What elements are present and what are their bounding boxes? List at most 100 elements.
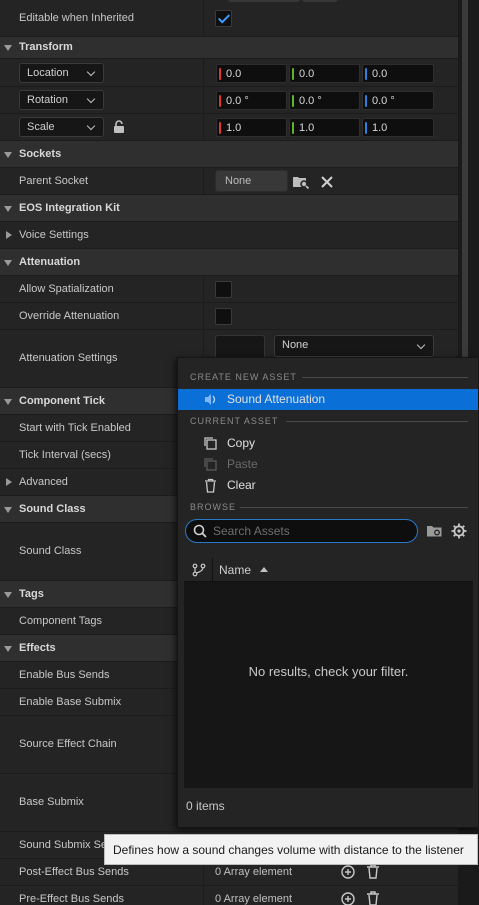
transform-header: Transform bbox=[19, 41, 73, 53]
scale-y-field[interactable]: 1.0 bbox=[289, 118, 360, 137]
row-editable-when-inherited: Editable when Inherited bbox=[0, 0, 458, 37]
location-label: Location bbox=[27, 67, 69, 79]
tooltip: Defines how a sound changes volume with … bbox=[104, 834, 478, 865]
rotation-mode-dropdown[interactable]: Rotation bbox=[19, 90, 104, 110]
asset-list-header: Name bbox=[184, 558, 473, 582]
rotation-y-field[interactable]: 0.0 ° bbox=[289, 91, 360, 110]
sound-attenuation-item[interactable]: Sound Attenuation bbox=[178, 389, 478, 410]
current-asset-heading: CURRENT ASSET bbox=[190, 416, 279, 426]
trash-icon[interactable] bbox=[366, 864, 380, 879]
expand-arrow-icon[interactable] bbox=[6, 478, 12, 486]
editable-when-inherited-checkbox[interactable] bbox=[215, 10, 232, 27]
divider bbox=[302, 377, 468, 378]
collapse-arrow-icon bbox=[4, 507, 12, 513]
location-z-field[interactable]: 0.0 bbox=[362, 64, 434, 83]
sound-attenuation-icon bbox=[205, 394, 216, 405]
row-rotation: Rotation 0.0 ° 0.0 ° 0.0 ° bbox=[0, 87, 458, 114]
copy-label: Copy bbox=[227, 436, 256, 450]
category-sockets[interactable]: Sockets bbox=[0, 141, 458, 168]
add-element-icon[interactable] bbox=[341, 865, 355, 879]
settings-gear-icon[interactable] bbox=[451, 523, 467, 539]
add-element-icon[interactable] bbox=[341, 892, 355, 905]
sound-class-header: Sound Class bbox=[19, 503, 86, 515]
location-y-field[interactable]: 0.0 bbox=[289, 64, 360, 83]
collapse-arrow-icon bbox=[4, 592, 12, 598]
eos-integration-kit-header: EOS Integration Kit bbox=[19, 202, 120, 214]
editable-when-inherited-label: Editable when Inherited bbox=[19, 12, 134, 24]
override-attenuation-label: Override Attenuation bbox=[19, 310, 120, 322]
collapse-arrow-icon bbox=[4, 152, 12, 158]
clear-socket-icon[interactable] bbox=[320, 175, 334, 189]
attenuation-settings-dropdown[interactable]: None bbox=[274, 335, 434, 357]
unlock-icon[interactable] bbox=[112, 120, 126, 134]
search-icon bbox=[193, 524, 207, 538]
scale-x-field[interactable]: 1.0 bbox=[216, 118, 287, 137]
sound-class-label: Sound Class bbox=[19, 545, 82, 557]
copy-item[interactable]: Copy bbox=[178, 433, 478, 454]
pre-effect-bus-sends-label: Pre-Effect Bus Sends bbox=[19, 893, 124, 905]
rotation-x-field[interactable]: 0.0 ° bbox=[216, 91, 287, 110]
trash-icon bbox=[205, 478, 216, 493]
row-scale: Scale 1.0 1.0 1.0 bbox=[0, 114, 458, 141]
category-attenuation[interactable]: Attenuation bbox=[0, 249, 458, 276]
expand-arrow-icon[interactable] bbox=[6, 231, 12, 239]
row-location: Location 0.0 0.0 0.0 bbox=[0, 59, 458, 87]
trash-icon[interactable] bbox=[366, 891, 380, 905]
scale-z-field[interactable]: 1.0 bbox=[362, 118, 434, 137]
clear-item[interactable]: Clear bbox=[178, 475, 478, 496]
rotation-z-field[interactable]: 0.0 ° bbox=[362, 91, 434, 110]
chevron-down-icon bbox=[416, 340, 426, 350]
post-effect-bus-sends-label: Post-Effect Bus Sends bbox=[19, 866, 129, 878]
sound-submix-sends-label: Sound Submix Se bbox=[19, 839, 108, 851]
attenuation-settings-value: None bbox=[282, 339, 309, 351]
override-attenuation-checkbox[interactable] bbox=[215, 308, 232, 325]
browse-socket-icon[interactable] bbox=[292, 174, 310, 190]
scale-label: Scale bbox=[27, 121, 55, 133]
location-mode-dropdown[interactable]: Location bbox=[19, 63, 104, 83]
attenuation-settings-label: Attenuation Settings bbox=[19, 352, 118, 364]
browse-folder-icon[interactable] bbox=[426, 524, 443, 538]
asset-list[interactable]: Name No results, check your filter. bbox=[184, 558, 473, 788]
item-count: 0 items bbox=[186, 799, 225, 813]
create-new-asset-heading: CREATE NEW ASSET bbox=[190, 372, 297, 382]
attenuation-header: Attenuation bbox=[19, 256, 81, 268]
paste-item[interactable]: Paste bbox=[178, 454, 478, 475]
enable-bus-sends-label: Enable Bus Sends bbox=[19, 669, 110, 681]
source-control-icon[interactable] bbox=[192, 563, 206, 577]
row-allow-spatialization: Allow Spatialization bbox=[0, 276, 458, 303]
start-with-tick-label: Start with Tick Enabled bbox=[19, 422, 131, 434]
rotation-label: Rotation bbox=[27, 94, 68, 106]
search-assets-input[interactable]: Search Assets bbox=[185, 519, 418, 543]
empty-results-message: No results, check your filter. bbox=[248, 664, 409, 679]
sound-attenuation-label: Sound Attenuation bbox=[227, 392, 326, 406]
chevron-down-icon bbox=[86, 121, 96, 131]
row-override-attenuation: Override Attenuation bbox=[0, 303, 458, 330]
scale-mode-dropdown[interactable]: Scale bbox=[19, 117, 104, 137]
category-eos-integration-kit[interactable]: EOS Integration Kit bbox=[0, 195, 458, 222]
row-pre-effect-bus-sends: Pre-Effect Bus Sends 0 Array element bbox=[0, 886, 458, 905]
paste-icon bbox=[204, 458, 217, 471]
copy-icon bbox=[204, 437, 217, 450]
name-column-header[interactable]: Name bbox=[219, 563, 251, 577]
collapse-arrow-icon bbox=[4, 260, 12, 266]
parent-socket-label: Parent Socket bbox=[19, 175, 89, 187]
allow-spatialization-checkbox[interactable] bbox=[215, 281, 232, 298]
asset-picker-popup: CREATE NEW ASSET Sound Attenuation CURRE… bbox=[177, 357, 479, 828]
sockets-header: Sockets bbox=[19, 148, 62, 160]
voice-settings-label: Voice Settings bbox=[19, 229, 89, 241]
paste-label: Paste bbox=[227, 457, 258, 471]
search-placeholder: Search Assets bbox=[213, 524, 290, 538]
collapse-arrow-icon bbox=[4, 399, 12, 405]
row-voice-settings[interactable]: Voice Settings bbox=[0, 222, 458, 249]
enable-base-submix-label: Enable Base Submix bbox=[19, 696, 122, 708]
truncated-field bbox=[228, 0, 300, 2]
collapse-arrow-icon bbox=[4, 646, 12, 652]
parent-socket-field[interactable]: None bbox=[215, 170, 288, 192]
component-tags-label: Component Tags bbox=[19, 615, 102, 627]
collapse-arrow-icon bbox=[4, 45, 12, 51]
category-transform[interactable]: Transform bbox=[0, 37, 458, 59]
location-x-field[interactable]: 0.0 bbox=[216, 64, 287, 83]
allow-spatialization-label: Allow Spatialization bbox=[19, 283, 114, 295]
tags-header: Tags bbox=[19, 588, 44, 600]
chevron-down-icon bbox=[86, 94, 96, 104]
